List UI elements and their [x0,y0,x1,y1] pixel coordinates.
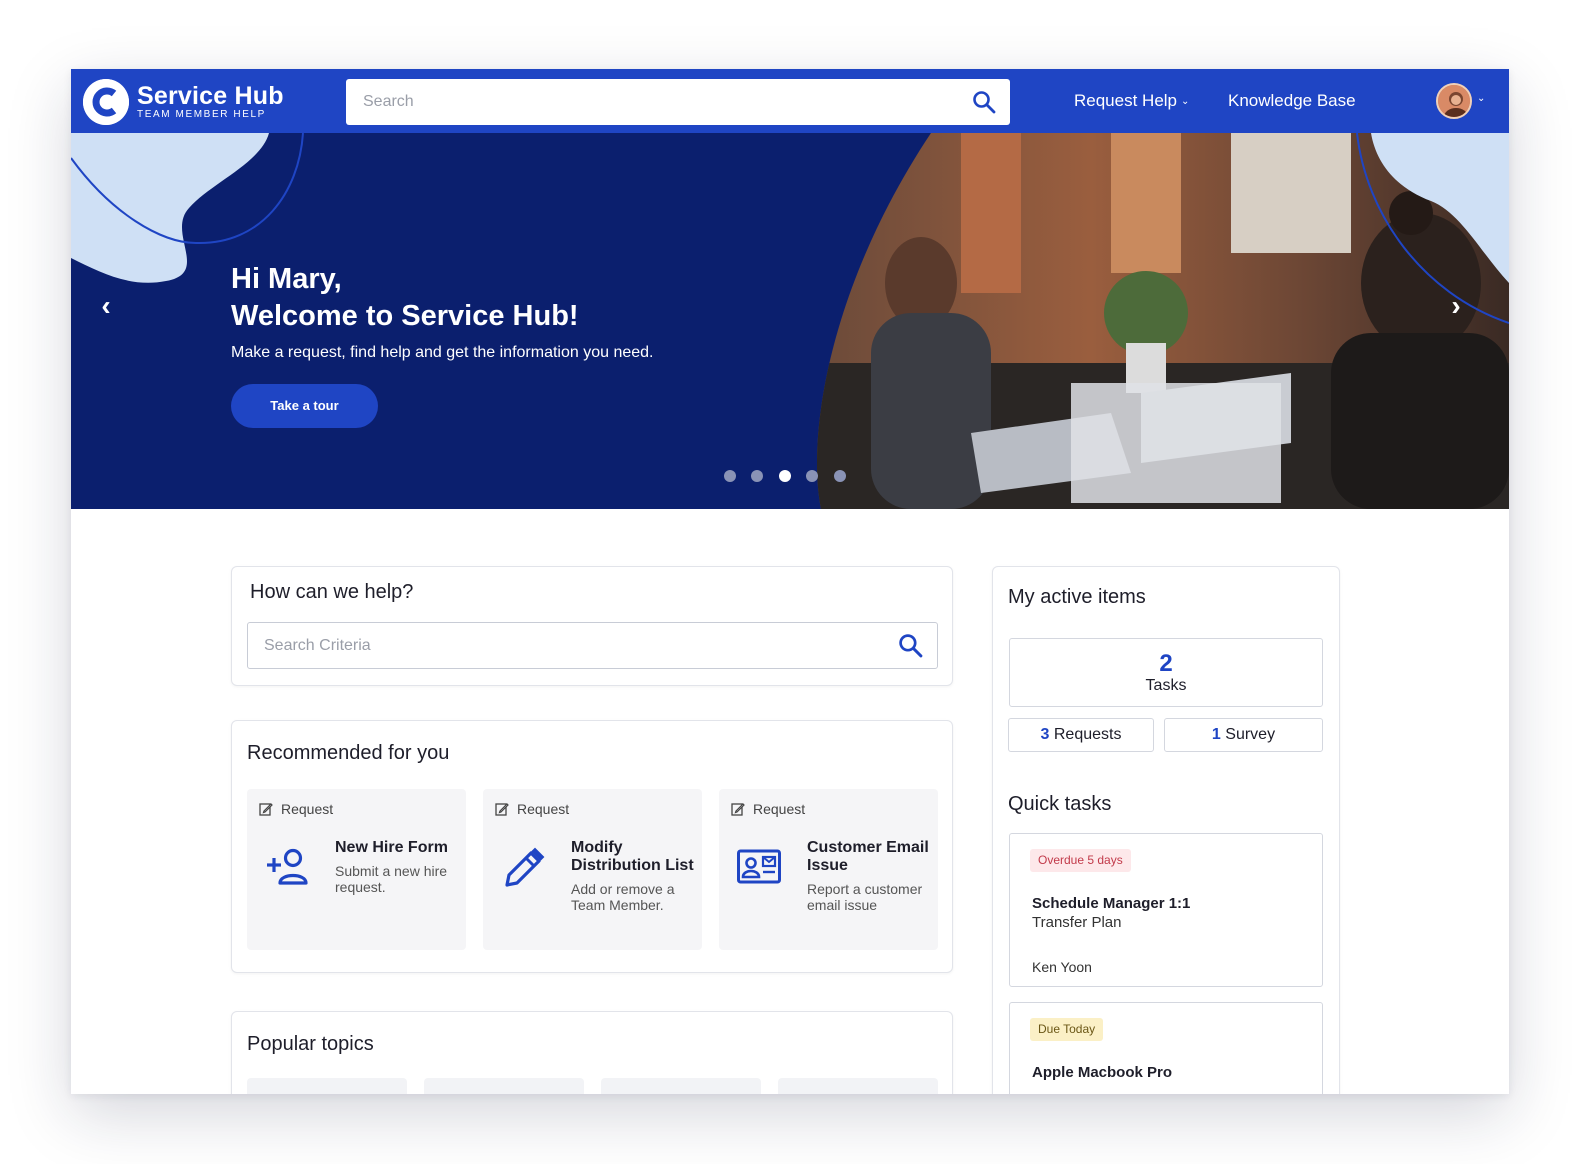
topic-tile[interactable] [778,1078,938,1094]
take-tour-button[interactable]: Take a tour [231,384,378,428]
recommended-item-modify-distribution[interactable]: Request Modify Distribution List Add or … [483,789,702,950]
request-type-label: Request [281,801,334,817]
recommended-item-desc: Report a customer email issue [807,881,923,913]
nav-request-help-label: Request Help [1074,91,1178,110]
carousel-dot[interactable] [751,470,763,482]
top-navigation-bar: Service Hub TEAM MEMBER HELP Request Hel… [71,69,1509,133]
survey-count: 1 [1211,726,1221,743]
carousel-dot[interactable] [724,470,736,482]
recommended-title: Recommended for you [247,742,450,764]
requests-count: 3 [1040,726,1050,743]
hero-welcome-line: Welcome to Service Hub! [231,300,579,332]
active-items-card: My active items 2 Tasks 3 Requests 1 Sur… [992,566,1340,1094]
hero-carousel: ‹ › Hi Mary, Welcome to Service Hub! Mak… [71,133,1509,509]
request-type: Request [731,801,805,817]
brand-name: Service Hub [137,81,284,110]
request-type-label: Request [753,801,806,817]
recommended-item-customer-email[interactable]: Request Customer Email Issue Report a cu… [719,789,938,950]
edit-request-icon [495,803,509,816]
user-avatar[interactable] [1436,83,1472,119]
topic-tile[interactable] [601,1078,761,1094]
brand[interactable]: Service Hub TEAM MEMBER HELP [83,79,284,125]
survey-count-box[interactable]: 1 Survey [1164,718,1323,752]
search-icon[interactable] [972,90,996,114]
app-window: Service Hub TEAM MEMBER HELP Request Hel… [71,69,1509,1094]
tasks-count-box[interactable]: 2 Tasks [1009,638,1323,707]
requests-count-box[interactable]: 3 Requests [1008,718,1154,752]
topic-tile[interactable] [247,1078,407,1094]
global-search-input[interactable] [346,79,956,125]
request-type-label: Request [517,801,570,817]
tasks-count: 2 [1159,650,1173,677]
overdue-badge: Overdue 5 days [1030,849,1131,872]
survey-label: Survey [1225,726,1276,743]
nav-knowledge-base[interactable]: Knowledge Base [1228,91,1356,111]
quick-task-item[interactable]: Due Today Apple Macbook Pro [1009,1002,1323,1094]
help-search-input[interactable] [248,623,888,668]
search-icon[interactable] [898,633,923,658]
chevron-down-icon: ⌄ [1181,96,1190,107]
request-type: Request [495,801,569,817]
hero-greeting-line: Hi Mary, [231,263,342,295]
brand-tagline: TEAM MEMBER HELP [137,108,266,120]
popular-topics-title: Popular topics [247,1033,374,1055]
recommended-item-title: New Hire Form [335,839,448,856]
carousel-dot[interactable] [806,470,818,482]
service-hub-logo-icon [83,79,129,125]
nav-request-help[interactable]: Request Help ⌄ [1074,91,1189,112]
requests-label: Requests [1053,726,1122,743]
edit-request-icon [731,803,745,816]
quick-tasks-title: Quick tasks [1008,793,1112,815]
tasks-label: Tasks [1145,677,1187,694]
quick-task-title: Schedule Manager 1:1 [1032,895,1191,912]
global-search-box [346,79,1010,125]
recommended-item-title: Customer Email Issue [807,839,929,874]
active-items-title: My active items [1008,586,1146,608]
edit-request-icon [259,803,273,816]
help-search-box [247,622,938,669]
hero-office-photo [811,133,1509,509]
pencil-icon [505,847,545,887]
carousel-dot[interactable] [834,470,846,482]
carousel-next-arrow-icon[interactable]: › [1441,291,1471,321]
recommended-item-title: Modify Distribution List [571,839,694,874]
hero-greeting: Hi Mary, Welcome to Service Hub! [231,261,579,335]
due-today-badge: Due Today [1030,1018,1104,1041]
quick-task-title: Apple Macbook Pro [1032,1064,1173,1081]
recommended-item-new-hire[interactable]: Request New Hire Form Submit a new hire … [247,789,466,950]
quick-task-item[interactable]: Overdue 5 days Schedule Manager 1:1 Tran… [1009,833,1323,987]
carousel-prev-arrow-icon[interactable]: ‹ [91,291,121,321]
request-type: Request [259,801,333,817]
popular-topics-card: Popular topics [231,1011,953,1094]
carousel-dot-active[interactable] [779,470,791,482]
topic-tile[interactable] [424,1078,584,1094]
recommended-item-desc: Submit a new hire request. [335,863,448,895]
help-search-card: How can we help? [231,566,953,686]
quick-task-subtitle: Transfer Plan [1032,914,1122,931]
chevron-down-icon[interactable]: ⌄ [1477,93,1485,104]
add-user-icon [267,848,308,885]
hero-subtitle: Make a request, find help and get the in… [231,344,654,361]
recommended-card: Recommended for you Request New Hire For… [231,720,953,973]
contact-card-icon [737,849,781,884]
quick-task-assignee: Ken Yoon [1032,959,1092,975]
recommended-item-desc: Add or remove a Team Member. [571,881,675,913]
help-title: How can we help? [250,581,414,603]
